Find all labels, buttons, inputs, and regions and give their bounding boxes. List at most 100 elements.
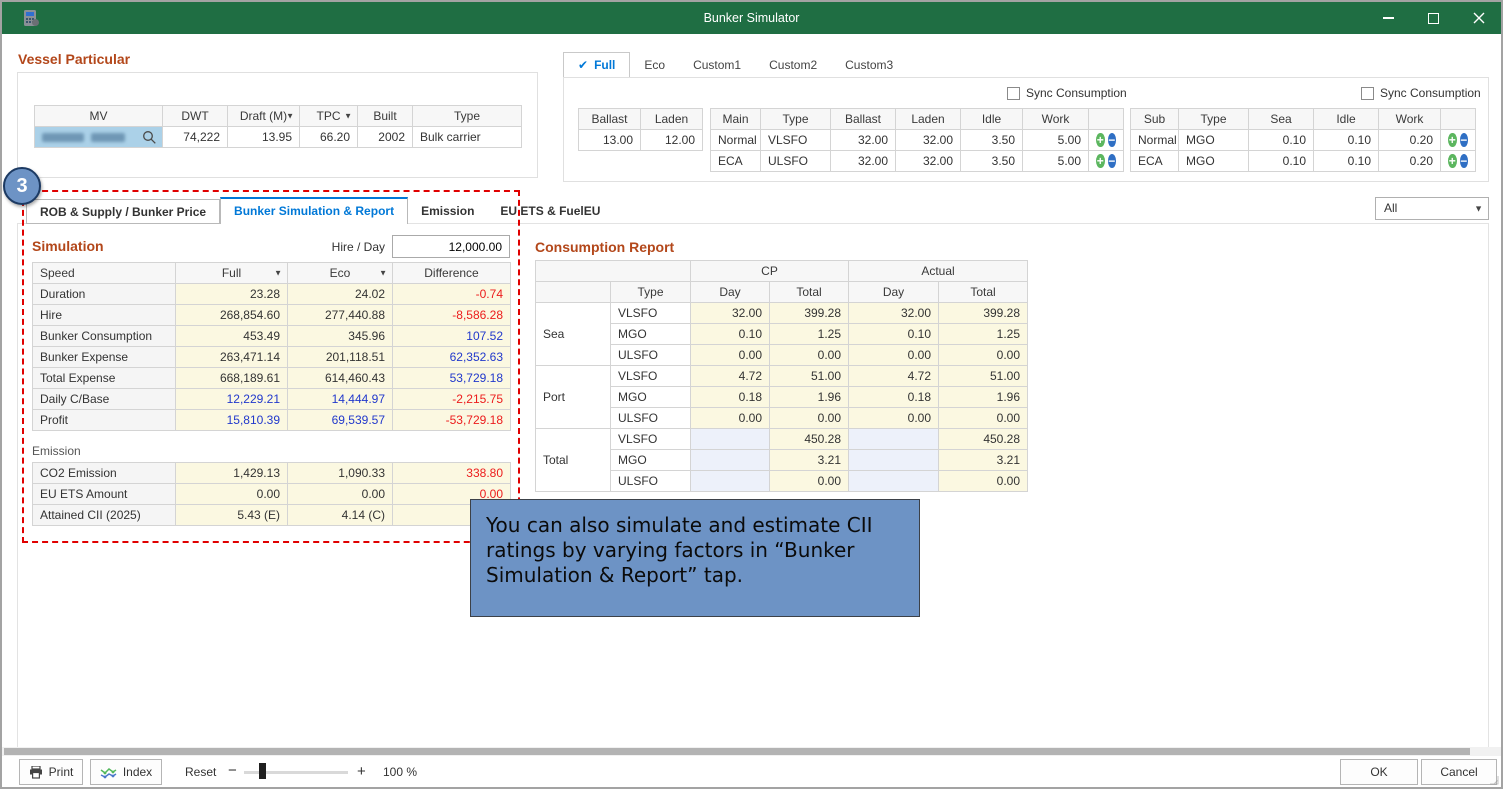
bunker-simulator-window: Bunker Simulator Vessel Particular MV DW… xyxy=(0,0,1503,789)
tab-custom3[interactable]: Custom3 xyxy=(831,53,907,78)
maximize-icon xyxy=(1428,13,1439,24)
sub-engine-table: Sub Type Sea Idle Work Normal MGO 0.10 0… xyxy=(1130,108,1476,172)
tab-eco[interactable]: Eco xyxy=(630,53,679,78)
horizontal-scrollbar[interactable] xyxy=(2,747,1501,756)
tab-eu-ets-fueleu[interactable]: EU ETS & FuelEU xyxy=(487,199,613,224)
sync-consumption-main-checkbox[interactable]: Sync Consumption xyxy=(1007,86,1127,100)
reset-label[interactable]: Reset xyxy=(185,765,216,779)
minimize-icon xyxy=(1383,17,1394,19)
vessel-dwt-value: 74,222 xyxy=(163,127,228,148)
index-button[interactable]: Index xyxy=(90,759,162,785)
tab-full[interactable]: ✔Full xyxy=(563,52,630,78)
actual-group-header: Actual xyxy=(849,261,1028,282)
tab-custom2[interactable]: Custom2 xyxy=(755,53,831,78)
hire-per-day-input[interactable] xyxy=(392,235,510,258)
vessel-name-redacted xyxy=(42,133,84,142)
add-row-icon[interactable]: + xyxy=(1448,154,1457,168)
close-button[interactable] xyxy=(1456,2,1501,34)
scrollbar-thumb[interactable] xyxy=(4,748,1470,755)
sim-row-profit: Profit15,810.3969,539.57-53,729.18 xyxy=(33,410,511,431)
cancel-button[interactable]: Cancel xyxy=(1421,759,1497,785)
vessel-col-draft[interactable]: Draft (M)▼ xyxy=(228,106,300,127)
minimize-button[interactable] xyxy=(1366,2,1411,34)
search-icon[interactable] xyxy=(142,130,157,145)
consumption-report-table: CP Actual Type Day Total Day Total SeaVL… xyxy=(535,260,1028,492)
ok-button[interactable]: OK xyxy=(1340,759,1418,785)
vessel-col-mv: MV xyxy=(35,106,163,127)
sub-row-eca: ECA MGO 0.10 0.10 0.20 +− xyxy=(1131,151,1476,172)
chevron-down-icon: ▼ xyxy=(344,112,352,121)
print-button[interactable]: Print xyxy=(19,759,83,785)
consumption-report-heading: Consumption Report xyxy=(535,239,674,255)
chevron-down-icon: ▼ xyxy=(286,112,294,121)
titlebar: Bunker Simulator xyxy=(2,2,1501,34)
add-row-icon[interactable]: + xyxy=(1096,154,1105,168)
sim-row-total-expense: Total Expense668,189.61614,460.4353,729.… xyxy=(33,368,511,389)
tab-custom1[interactable]: Custom1 xyxy=(679,53,755,78)
main-row-normal: Normal VLSFO 32.00 32.00 3.50 5.00 +− xyxy=(711,130,1124,151)
speed-col-ballast: Ballast xyxy=(579,109,641,130)
checkbox-icon xyxy=(1007,87,1020,100)
sim-col-difference: Difference xyxy=(393,263,511,284)
report-tab-strip: ROB & Supply / Bunker Price Bunker Simul… xyxy=(26,197,613,224)
profile-tab-row: ✔Full Eco Custom1 Custom2 Custom3 xyxy=(563,52,907,78)
sim-row-daily-cbase: Daily C/Base12,229.2114,444.97-2,215.75 xyxy=(33,389,511,410)
table-row: PortVLSFO4.7251.004.7251.00 xyxy=(536,366,1028,387)
vessel-particular-heading: Vessel Particular xyxy=(18,51,130,67)
cp-group-header: CP xyxy=(691,261,849,282)
group-port-label: Port xyxy=(536,366,611,429)
simulation-table: Speed Full▼ Eco▼ Difference Duration23.2… xyxy=(32,262,511,431)
group-sea-label: Sea xyxy=(536,303,611,366)
add-row-icon[interactable]: + xyxy=(1096,133,1105,147)
remove-row-icon[interactable]: − xyxy=(1108,154,1117,168)
vessel-draft-value: 13.95 xyxy=(228,127,300,148)
zoom-slider-thumb[interactable] xyxy=(259,763,266,779)
sim-row-hire: Hire268,854.60277,440.88-8,586.28 xyxy=(33,305,511,326)
chevron-down-icon: ▼ xyxy=(379,269,387,278)
tab-bunker-simulation-report[interactable]: Bunker Simulation & Report xyxy=(220,197,408,224)
sim-col-eco[interactable]: Eco▼ xyxy=(288,263,393,284)
emission-row-attained-cii: Attained CII (2025)5.43 (E)4.14 (C) xyxy=(33,505,511,526)
vessel-tpc-value: 66.20 xyxy=(300,127,358,148)
zoom-out-icon[interactable]: − xyxy=(228,762,237,779)
resize-grip[interactable] xyxy=(1489,775,1499,785)
speed-laden-value[interactable]: 12.00 xyxy=(641,130,703,151)
sync-consumption-sub-checkbox[interactable]: Sync Consumption xyxy=(1361,86,1481,100)
window-title: Bunker Simulator xyxy=(2,2,1501,34)
remove-row-icon[interactable]: − xyxy=(1460,133,1469,147)
tab-emission[interactable]: Emission xyxy=(408,199,487,224)
vessel-type-value: Bulk carrier xyxy=(413,127,522,148)
check-icon: ✔ xyxy=(578,58,588,72)
sim-row-duration: Duration23.2824.02-0.74 xyxy=(33,284,511,305)
consumption-profile-panel: Sync Consumption Sync Consumption Ballas… xyxy=(563,77,1489,182)
emission-row-co2: CO2 Emission1,429.131,090.33338.80 xyxy=(33,463,511,484)
sub-row-normal: Normal MGO 0.10 0.10 0.20 +− xyxy=(1131,130,1476,151)
vessel-name-cell[interactable] xyxy=(35,127,163,148)
hire-per-day-label: Hire / Day xyxy=(272,240,385,254)
emission-row-eu-ets: EU ETS Amount0.000.000.00 xyxy=(33,484,511,505)
vessel-table: MV DWT Draft (M)▼ TPC▼ Built Type 74,222… xyxy=(34,105,522,148)
zoom-in-icon[interactable]: + xyxy=(357,763,366,780)
tab-rob-supply-bunker-price[interactable]: ROB & Supply / Bunker Price xyxy=(26,199,220,224)
speed-table: Ballast Laden 13.00 12.00 xyxy=(578,108,703,151)
vessel-col-dwt: DWT xyxy=(163,106,228,127)
vessel-col-type: Type xyxy=(413,106,522,127)
add-row-icon[interactable]: + xyxy=(1448,133,1457,147)
filter-dropdown[interactable]: All ▼ xyxy=(1375,197,1489,220)
vessel-col-built: Built xyxy=(358,106,413,127)
table-row: TotalVLSFO450.28450.28 xyxy=(536,429,1028,450)
remove-row-icon[interactable]: − xyxy=(1460,154,1469,168)
emission-table: CO2 Emission1,429.131,090.33338.80 EU ET… xyxy=(32,462,511,526)
main-engine-table: Main Type Ballast Laden Idle Work Normal… xyxy=(710,108,1124,172)
footer-bar: Print Index Reset − + 100 % OK Cancel xyxy=(2,756,1501,787)
tutorial-step-badge: 3 xyxy=(3,167,41,205)
vessel-col-tpc[interactable]: TPC▼ xyxy=(300,106,358,127)
sim-col-full[interactable]: Full▼ xyxy=(176,263,288,284)
speed-ballast-value[interactable]: 13.00 xyxy=(579,130,641,151)
chevron-down-icon: ▼ xyxy=(274,269,282,278)
maximize-button[interactable] xyxy=(1411,2,1456,34)
sim-row-bunker-consumption: Bunker Consumption453.49345.96107.52 xyxy=(33,326,511,347)
checkbox-icon xyxy=(1361,87,1374,100)
remove-row-icon[interactable]: − xyxy=(1108,133,1117,147)
table-row: SeaVLSFO32.00399.2832.00399.28 xyxy=(536,303,1028,324)
